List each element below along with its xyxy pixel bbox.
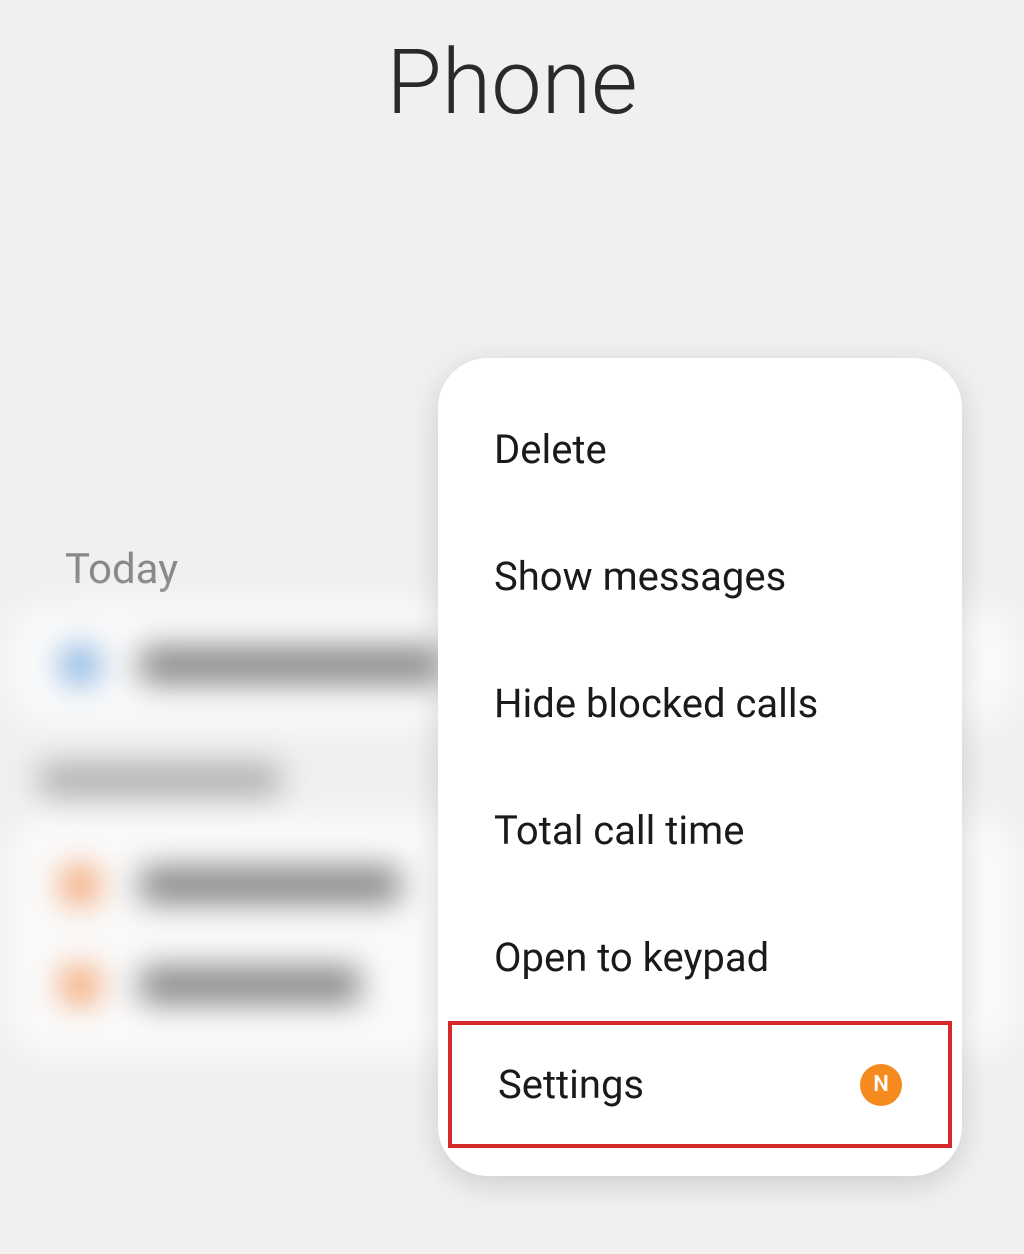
menu-item-label: Open to keypad [494,934,769,981]
overflow-menu: Delete Show messages Hide blocked calls … [438,358,962,1176]
menu-item-label: Total call time [494,807,744,854]
call-type-icon [60,965,100,1005]
menu-item-label: Settings [498,1061,644,1108]
menu-item-open-to-keypad[interactable]: Open to keypad [438,894,962,1021]
menu-item-delete[interactable]: Delete [438,386,962,513]
menu-item-show-messages[interactable]: Show messages [438,513,962,640]
redacted-number [140,647,440,683]
redacted-number [140,967,360,1003]
call-type-icon [60,645,100,685]
page-title: Phone [386,30,637,135]
menu-item-label: Hide blocked calls [494,680,818,727]
menu-item-hide-blocked-calls[interactable]: Hide blocked calls [438,640,962,767]
section-today-label: Today [65,545,178,594]
menu-item-total-call-time[interactable]: Total call time [438,767,962,894]
menu-item-label: Show messages [494,553,786,600]
redacted-number [140,867,400,903]
menu-item-settings[interactable]: Settings N [448,1021,952,1148]
new-badge-icon: N [860,1064,902,1106]
redacted-date [40,765,280,795]
menu-item-label: Delete [494,426,607,473]
call-type-icon [60,865,100,905]
